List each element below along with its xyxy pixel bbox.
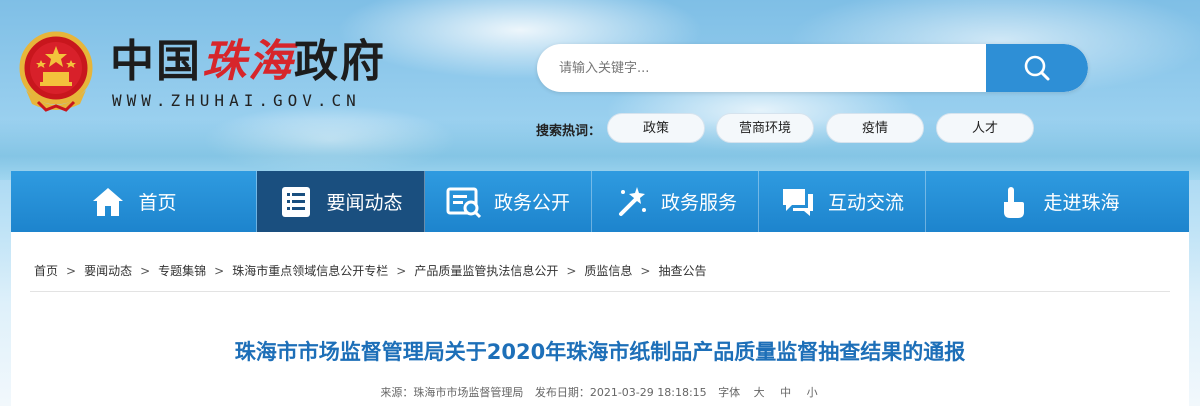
font-size-label: 字体 (718, 386, 741, 399)
article-meta: 来源：珠海市市场监督管理局 发布日期：2021-03-29 18:18:15 字… (0, 384, 1200, 400)
hand-pointer-icon (1004, 186, 1025, 218)
font-size-small-button[interactable]: 小 (807, 386, 818, 399)
font-size-medium-button[interactable]: 中 (780, 386, 791, 399)
font-size-large-button[interactable]: 大 (754, 386, 765, 399)
article-date: 发布日期：2021-03-29 18:18:15 (534, 386, 707, 399)
breadcrumb-separator: > (640, 263, 651, 278)
search-button[interactable] (986, 44, 1088, 92)
breadcrumb-separator: > (66, 263, 77, 278)
nav-item-disclosure[interactable]: 政务公开 (425, 171, 592, 232)
nav-item-label: 政务公开 (493, 192, 570, 214)
article-title: 珠海市市场监督管理局关于2020年珠海市纸制品产品质量监督抽查结果的通报 (234, 340, 966, 364)
site-title[interactable]: 中国珠海政府 (110, 36, 386, 88)
nav-item-label: 走进珠海 (1043, 192, 1120, 214)
chat-icon (782, 188, 813, 216)
nav-item-label: 要闻动态 (326, 192, 403, 214)
search-box (537, 44, 1088, 92)
breadcrumb-key-areas[interactable]: 珠海市重点领域信息公开专栏 (232, 262, 388, 279)
service-magic-icon (618, 186, 646, 216)
breadcrumb-topics[interactable]: 专题集锦 (158, 262, 206, 279)
breadcrumb-separator: > (396, 263, 407, 278)
search-icon (1024, 55, 1050, 81)
hot-word-talent[interactable]: 人才 (936, 113, 1034, 143)
nav-item-interaction[interactable]: 互动交流 (759, 171, 926, 232)
search-input[interactable] (537, 44, 977, 92)
breadcrumb-quality-enforcement[interactable]: 产品质量监管执法信息公开 (414, 262, 558, 279)
nav-item-home[interactable]: 首页 (11, 171, 257, 232)
nav-item-label: 政务服务 (660, 192, 737, 214)
hot-word-policy[interactable]: 政策 (607, 113, 705, 143)
breadcrumb-news[interactable]: 要闻动态 (84, 262, 132, 279)
disclosure-icon (446, 187, 482, 218)
hot-word-epidemic[interactable]: 疫情 (826, 113, 924, 143)
content-panel (11, 232, 1189, 406)
breadcrumb-separator: > (214, 263, 225, 278)
site-title-government: 政府 (294, 36, 386, 87)
breadcrumb-home[interactable]: 首页 (34, 262, 58, 279)
hot-search-label: 搜索热词： (536, 124, 602, 139)
breadcrumb-separator: > (140, 263, 151, 278)
national-emblem-icon (19, 31, 93, 112)
breadcrumb-divider (30, 291, 1170, 292)
site-title-zhuhai: 珠海 (202, 36, 294, 87)
breadcrumb-inspection-notice[interactable]: 抽查公告 (658, 262, 706, 279)
breadcrumb: 首页 > 要闻动态 > 专题集锦 > 珠海市重点领域信息公开专栏 > 产品质量监… (34, 262, 706, 279)
nav-item-services[interactable]: 政务服务 (592, 171, 759, 232)
site-url: WWW.ZHUHAI.GOV.CN (112, 91, 361, 110)
article-source: 来源：珠海市市场监督管理局 (380, 386, 524, 399)
hot-word-business-environment[interactable]: 营商环境 (716, 113, 814, 143)
nav-item-about-zhuhai[interactable]: 走进珠海 (926, 171, 1189, 232)
breadcrumb-quality-info[interactable]: 质监信息 (584, 262, 632, 279)
news-list-icon (282, 186, 311, 217)
breadcrumb-separator: > (566, 263, 577, 278)
nav-item-news[interactable]: 要闻动态 (257, 171, 425, 232)
site-title-china: 中国 (110, 36, 202, 87)
nav-item-label: 首页 (138, 192, 177, 214)
nav-item-label: 互动交流 (827, 192, 904, 214)
home-icon (93, 187, 124, 216)
main-nav: 首页 要闻动态 政务公开 政务服务 互动交流 走进珠海 (11, 171, 1189, 232)
